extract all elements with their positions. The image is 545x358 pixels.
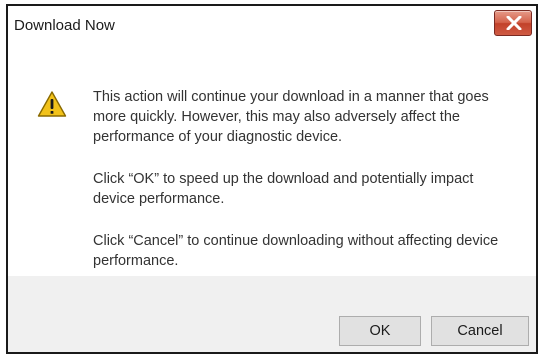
download-now-dialog: Download Now This action will continue y… [6,4,538,354]
warning-icon [37,91,67,117]
title-bar[interactable]: Download Now [8,6,536,46]
message-paragraph-1: This action will continue your download … [93,89,489,145]
dialog-body: This action will continue your download … [8,46,536,276]
button-bar: OK Cancel [8,276,536,352]
dialog-title: Download Now [14,17,115,34]
cancel-button[interactable]: Cancel [431,316,529,346]
message-paragraph-3: Click “Cancel” to continue downloading w… [93,233,499,269]
close-button[interactable] [494,10,532,36]
close-icon [506,16,522,30]
message-paragraph-2: Click “OK” to speed up the download and … [93,171,474,207]
ok-button[interactable]: OK [339,316,421,346]
